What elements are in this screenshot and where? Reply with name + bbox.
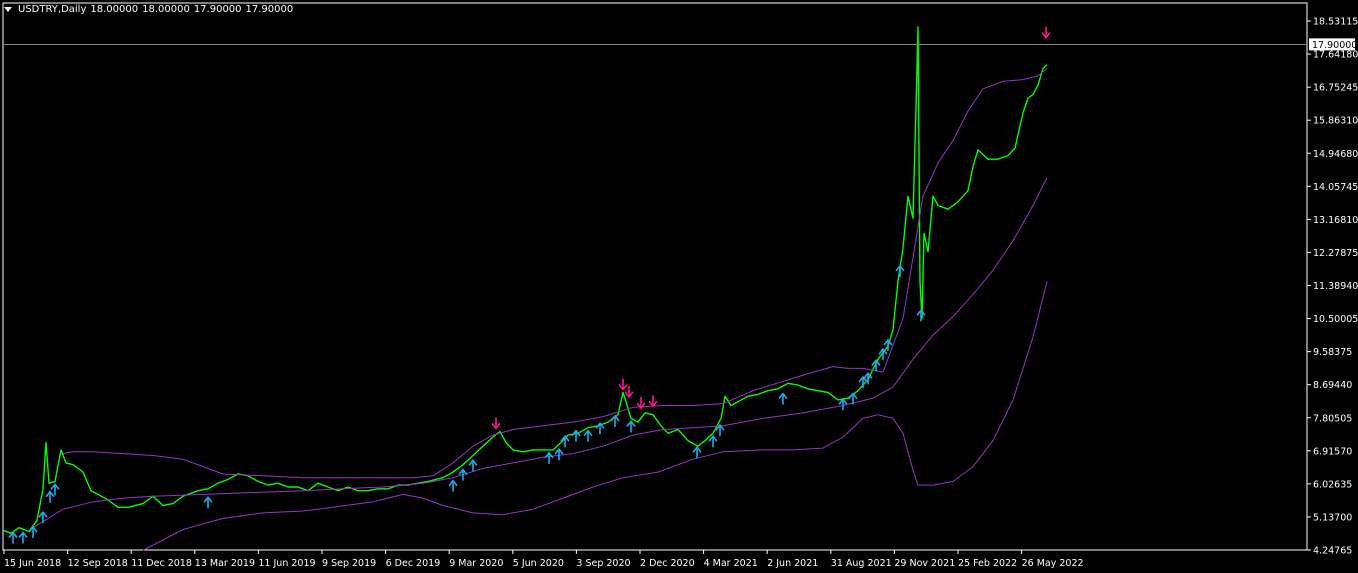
close-value: 17.90000 <box>245 4 294 15</box>
x-tick-label: 13 Mar 2019 <box>195 558 255 569</box>
x-tick-label: 29 Nov 2021 <box>894 558 955 569</box>
x-tick-label: 11 Jun 2019 <box>258 558 315 569</box>
sell-arrow-icon <box>624 385 634 399</box>
y-tick-label: 6.91570 <box>1313 446 1352 457</box>
y-tick-label: 8.69440 <box>1313 380 1352 391</box>
x-tick-label: 3 Sep 2020 <box>576 558 630 569</box>
y-tick-label: 14.05745 <box>1313 182 1358 193</box>
buy-arrow-icon <box>848 392 858 405</box>
x-tick-label: 4 Mar 2021 <box>704 558 758 569</box>
x-tick-label: 25 Feb 2022 <box>958 558 1017 569</box>
y-tick-label: 9.58375 <box>1313 347 1352 358</box>
y-tick-label: 4.24765 <box>1313 546 1352 557</box>
buy-arrow-icon <box>916 309 926 322</box>
sell-arrow-icon <box>648 395 658 408</box>
sell-arrow-icon <box>1041 26 1051 39</box>
y-tick-label: 14.94680 <box>1313 149 1358 160</box>
price-line <box>2 26 1048 534</box>
buy-arrow-icon <box>45 490 55 503</box>
buy-arrow-icon <box>8 531 18 544</box>
low-value: 17.90000 <box>193 4 242 15</box>
lower-band-line <box>142 281 1048 551</box>
y-tick-label: 12.27875 <box>1313 248 1358 259</box>
x-tick-label: 9 Mar 2020 <box>449 558 503 569</box>
x-tick-label: 6 Dec 2019 <box>386 558 441 569</box>
price-axis: 18.53115 17.64180 16.75245 15.86310 14.94680… <box>1307 17 1358 557</box>
x-tick-label: 31 Aug 2021 <box>831 558 892 569</box>
x-tick-label: 11 Dec 2018 <box>131 558 192 569</box>
y-tick-label: 16.75245 <box>1313 83 1358 94</box>
x-tick-label: 2 Dec 2020 <box>640 558 695 569</box>
y-tick-label: 15.86310 <box>1313 116 1358 127</box>
buy-arrow-icon <box>583 429 593 442</box>
buy-arrow-icon <box>692 446 702 459</box>
open-value: 18.00000 <box>90 4 139 15</box>
buy-arrow-icon <box>708 434 718 448</box>
price-chart[interactable]: 18.53115 17.64180 16.75245 15.86310 14.94680… <box>0 0 1358 573</box>
buy-arrow-icon <box>895 264 905 277</box>
buy-arrow-icon <box>38 510 48 524</box>
sell-arrow-icon <box>618 378 628 391</box>
y-tick-label: 13.16810 <box>1313 215 1358 226</box>
y-tick-label: 6.02635 <box>1313 479 1352 490</box>
current-price-marker: 17.90000 <box>1309 38 1357 51</box>
buy-arrow-icon <box>778 392 788 405</box>
x-tick-label: 26 May 2022 <box>1022 558 1084 569</box>
chart-header: USDTRY,Daily 18.00000 18.00000 17.90000 … <box>4 4 293 15</box>
y-tick-label: 10.50005 <box>1313 314 1358 325</box>
buy-arrow-icon <box>610 414 620 427</box>
y-tick-label: 18.53115 <box>1313 17 1358 28</box>
buy-arrow-icon <box>448 479 458 492</box>
buy-arrow-icon <box>626 420 636 433</box>
buy-arrow-icon <box>468 459 478 472</box>
current-price-label: 17.90000 <box>1312 40 1357 51</box>
y-tick-label: 11.38940 <box>1313 281 1358 292</box>
middle-band-line <box>32 177 1048 529</box>
x-tick-label: 15 Jun 2018 <box>4 558 61 569</box>
buy-arrow-icon <box>18 531 28 544</box>
buy-arrow-icon <box>595 422 605 435</box>
x-tick-label: 2 Jun 2021 <box>767 558 818 569</box>
plot-area[interactable] <box>2 2 1308 551</box>
chart-menu-triangle-icon[interactable] <box>4 7 12 12</box>
x-tick-label: 5 Jun 2020 <box>513 558 564 569</box>
x-tick-label: 9 Sep 2019 <box>322 558 376 569</box>
buy-arrow-icon <box>878 347 888 361</box>
sell-arrow-icon <box>491 417 501 430</box>
x-tick-label: 12 Sep 2018 <box>68 558 128 569</box>
symbol-timeframe: USDTRY,Daily <box>18 4 87 15</box>
plot-frame <box>2 2 1308 551</box>
buy-arrow-icon <box>544 451 554 464</box>
time-axis: 15 Jun 2018 12 Sep 2018 11 Dec 2018 13 Mar … <box>3 550 1084 569</box>
y-tick-label: 7.80505 <box>1313 413 1352 424</box>
y-tick-label: 17.64180 <box>1313 50 1358 61</box>
y-tick-label: 5.13700 <box>1313 512 1352 523</box>
high-value: 18.00000 <box>142 4 190 15</box>
buy-arrow-icon <box>203 496 213 509</box>
